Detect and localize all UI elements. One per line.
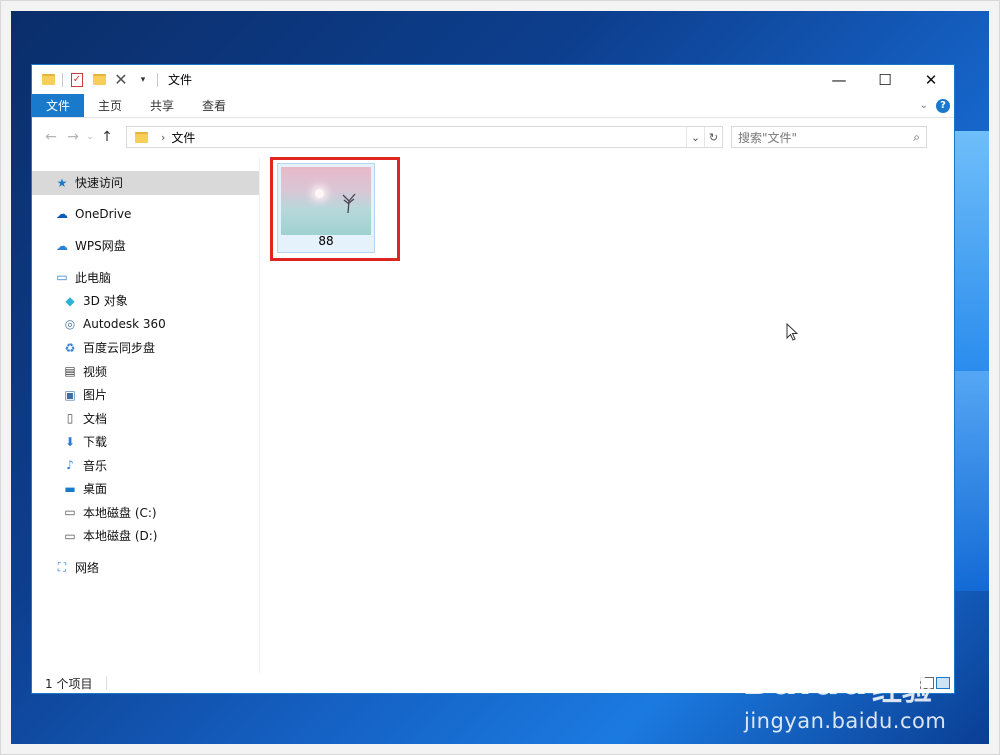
customize-quick-access-chevron-icon[interactable]: ▾ bbox=[135, 72, 151, 88]
tab-share[interactable]: 共享 bbox=[136, 94, 188, 117]
help-icon[interactable]: ? bbox=[936, 98, 950, 113]
address-bar[interactable]: › 文件 ⌄ ↻ bbox=[126, 126, 723, 148]
pc-icon: ▭ bbox=[56, 270, 68, 285]
sidebar-item-label: 本地磁盘 (D:) bbox=[83, 529, 158, 544]
star-icon: ★ bbox=[56, 175, 68, 190]
download-icon: ⬇ bbox=[64, 434, 76, 449]
file-item[interactable]: 88 bbox=[277, 163, 375, 253]
watermark-brand: Baidu bbox=[742, 659, 869, 703]
search-input[interactable]: 搜索"文件" ⌕ bbox=[731, 126, 927, 148]
content-area: ★ 快速访问 ☁ OneDrive ☁ WPS网盘 ▭ 此电脑 ◆ 3D 对象 bbox=[32, 157, 954, 673]
sidebar-item-label: 音乐 bbox=[83, 458, 108, 473]
close-button[interactable]: ✕ bbox=[908, 65, 954, 94]
wps-cloud-icon: ☁ bbox=[56, 238, 68, 253]
sidebar-item-label: 百度云同步盘 bbox=[83, 341, 156, 356]
address-history-chevron-icon[interactable]: ⌄ bbox=[686, 127, 704, 147]
sidebar-item-downloads[interactable]: ⬇ 下载 bbox=[32, 430, 259, 454]
search-icon[interactable]: ⌕ bbox=[913, 130, 920, 145]
folder-icon bbox=[40, 72, 56, 88]
item-count: 1 个项目 bbox=[45, 676, 93, 691]
title-divider bbox=[157, 72, 158, 87]
delete-icon[interactable]: ✕ bbox=[113, 70, 129, 89]
forward-arrow-icon[interactable]: → bbox=[62, 129, 84, 145]
sidebar-item-label: WPS网盘 bbox=[75, 239, 126, 254]
sidebar-item-label: 桌面 bbox=[83, 482, 108, 497]
title-divider bbox=[62, 72, 63, 87]
back-arrow-icon[interactable]: ← bbox=[40, 129, 62, 145]
sidebar-item-baidu-sync[interactable]: ♻ 百度云同步盘 bbox=[32, 336, 259, 360]
window-controls: — ☐ ✕ bbox=[816, 65, 954, 94]
search-placeholder: 搜索"文件" bbox=[738, 130, 798, 145]
autodesk-icon: ◎ bbox=[64, 317, 76, 332]
drive-c-icon: ▭ bbox=[64, 505, 76, 520]
video-icon: ▤ bbox=[64, 364, 76, 379]
sidebar-item-label: 下载 bbox=[83, 435, 108, 450]
navigation-bar: ← → ⌄ ↑ › 文件 ⌄ ↻ 搜索"文件" ⌕ bbox=[32, 118, 954, 156]
tab-view[interactable]: 查看 bbox=[188, 94, 240, 117]
sidebar-item-network[interactable]: ⛶ 网络 bbox=[32, 556, 259, 580]
sidebar-item-quick-access[interactable]: ★ 快速访问 bbox=[32, 171, 259, 195]
tree-silhouette-icon bbox=[342, 193, 356, 213]
baidu-jingyan-watermark: Baidu 经验 jingyan.baidu.com bbox=[742, 659, 952, 741]
sidebar-item-onedrive[interactable]: ☁ OneDrive bbox=[32, 203, 259, 227]
sidebar-item-wps-cloud[interactable]: ☁ WPS网盘 bbox=[32, 234, 259, 258]
desktop-icon: ▬ bbox=[64, 481, 76, 496]
sidebar-item-label: 文档 bbox=[83, 411, 108, 426]
sidebar-item-videos[interactable]: ▤ 视频 bbox=[32, 360, 259, 384]
picture-icon: ▣ bbox=[64, 387, 76, 402]
file-list-pane[interactable]: 88 bbox=[260, 157, 954, 673]
sidebar-item-3d-objects[interactable]: ◆ 3D 对象 bbox=[32, 289, 259, 313]
sidebar-item-label: 本地磁盘 (C:) bbox=[83, 505, 157, 520]
drive-d-icon: ▭ bbox=[64, 528, 76, 543]
mouse-cursor-icon bbox=[786, 323, 799, 341]
address-bar-buttons: ⌄ ↻ bbox=[686, 127, 722, 147]
sidebar-item-label: 此电脑 bbox=[75, 270, 112, 285]
baidu-sync-icon: ♻ bbox=[64, 340, 76, 355]
title-bar: ✓ ✕ ▾ 文件 — ☐ ✕ bbox=[32, 65, 954, 94]
minimize-button[interactable]: — bbox=[816, 65, 862, 94]
sidebar-item-label: 3D 对象 bbox=[83, 294, 128, 309]
sidebar-item-music[interactable]: ♪ 音乐 bbox=[32, 454, 259, 478]
watermark-brand-suffix: 经验 bbox=[872, 673, 932, 708]
recent-locations-chevron-icon[interactable]: ⌄ bbox=[84, 132, 96, 142]
expand-ribbon-chevron-icon[interactable]: ⌄ bbox=[920, 100, 928, 111]
sidebar-item-drive-c[interactable]: ▭ 本地磁盘 (C:) bbox=[32, 501, 259, 525]
tab-file[interactable]: 文件 bbox=[32, 94, 85, 117]
music-icon: ♪ bbox=[66, 458, 74, 473]
refresh-icon[interactable]: ↻ bbox=[704, 127, 722, 147]
sidebar-item-documents[interactable]: ▯ 文档 bbox=[32, 407, 259, 431]
image-thumbnail bbox=[281, 167, 371, 235]
sidebar-item-label: 视频 bbox=[83, 364, 108, 379]
sidebar-item-label: 图片 bbox=[83, 388, 108, 403]
sidebar-item-label: OneDrive bbox=[75, 207, 132, 222]
watermark-url: jingyan.baidu.com bbox=[744, 709, 947, 733]
status-divider bbox=[106, 676, 108, 690]
sidebar-item-this-pc[interactable]: ▭ 此电脑 bbox=[32, 266, 259, 290]
sidebar-item-label: 快速访问 bbox=[75, 176, 124, 191]
breadcrumb-item[interactable]: 文件 bbox=[171, 129, 195, 146]
sidebar-item-desktop[interactable]: ▬ 桌面 bbox=[32, 477, 259, 501]
maximize-button[interactable]: ☐ bbox=[862, 65, 908, 94]
sidebar-item-autodesk-360[interactable]: ◎ Autodesk 360 bbox=[32, 313, 259, 337]
navigation-pane: ★ 快速访问 ☁ OneDrive ☁ WPS网盘 ▭ 此电脑 ◆ 3D 对象 bbox=[32, 157, 260, 673]
window-title: 文件 bbox=[168, 73, 193, 87]
sidebar-item-label: 网络 bbox=[75, 560, 100, 575]
document-icon: ▯ bbox=[66, 411, 74, 426]
network-icon: ⛶ bbox=[57, 559, 67, 574]
file-explorer-window: ✓ ✕ ▾ 文件 — ☐ ✕ 文件 主页 共享 查看 ⌄ ? ← → ⌄ ↑ ›… bbox=[31, 64, 955, 694]
properties-icon[interactable]: ✓ bbox=[69, 72, 85, 88]
ribbon-tabs: 文件 主页 共享 查看 ⌄ ? bbox=[32, 94, 954, 118]
tab-home[interactable]: 主页 bbox=[84, 94, 136, 117]
file-name: 88 bbox=[318, 234, 334, 248]
ribbon-right-controls: ⌄ ? bbox=[920, 94, 954, 117]
sidebar-item-drive-d[interactable]: ▭ 本地磁盘 (D:) bbox=[32, 524, 259, 548]
sidebar-item-pictures[interactable]: ▣ 图片 bbox=[32, 383, 259, 407]
folder-icon bbox=[133, 129, 149, 145]
sidebar-item-label: Autodesk 360 bbox=[83, 317, 166, 332]
breadcrumb-separator-icon[interactable]: › bbox=[161, 131, 165, 144]
new-folder-icon[interactable] bbox=[91, 72, 107, 88]
cloud-icon: ☁ bbox=[56, 207, 68, 222]
up-arrow-icon[interactable]: ↑ bbox=[96, 129, 118, 145]
cube-3d-icon: ◆ bbox=[65, 293, 75, 308]
